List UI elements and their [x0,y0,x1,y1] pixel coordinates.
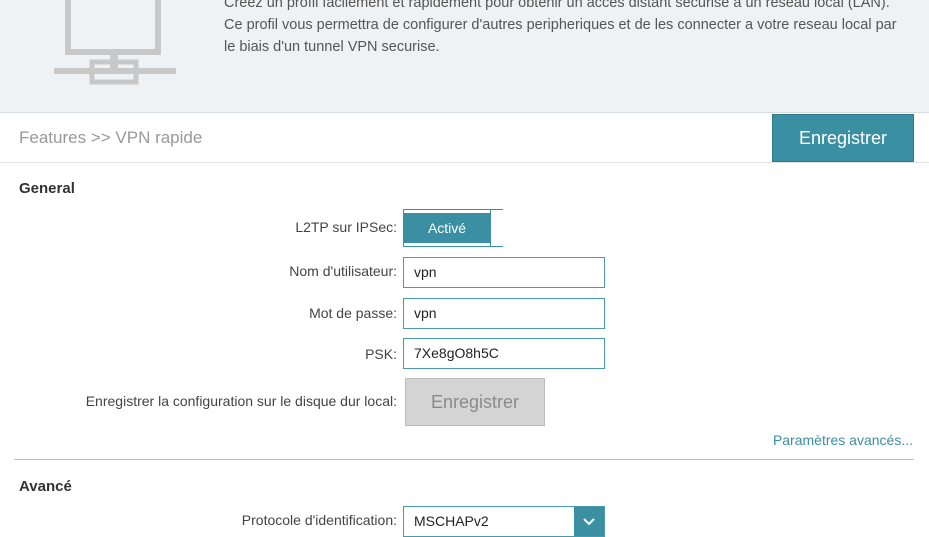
auth-protocol-select[interactable]: MSCHAPv2 [403,506,605,537]
psk-label: PSK: [365,346,397,362]
banner-description: Creez un profil facilement et rapidement… [224,0,924,58]
save-disk-label: Enregistrer la configuration sur le disq… [85,393,397,409]
toggle-knob [490,210,503,246]
advanced-settings-link[interactable]: Paramètres avancés... [773,432,913,448]
password-label: Mot de passe: [309,305,397,321]
l2tp-label: L2TP sur IPSec: [295,219,397,235]
auth-protocol-label: Protocole d'identification: [241,512,397,528]
save-button[interactable]: Enregistrer [772,114,914,162]
username-label: Nom d'utilisateur: [289,263,397,279]
l2tp-toggle[interactable]: Activé [403,209,503,247]
chevron-down-icon[interactable] [574,507,604,536]
breadcrumb: Features >> VPN rapide [19,128,203,147]
save-to-disk-button[interactable]: Enregistrer [405,378,545,426]
auth-protocol-value: MSCHAPv2 [414,513,489,529]
network-computer-icon [54,0,176,85]
section-divider [14,459,914,460]
banner-line-1: Creez un profil facilement et rapidement… [224,0,890,11]
username-input[interactable]: vpn [403,257,605,288]
psk-input[interactable]: 7Xe8gO8h5C [403,338,605,369]
banner-line-2: Ce profil vous permettra de configurer d… [224,17,897,33]
header-banner: Creez un profil facilement et rapidement… [0,0,929,113]
banner-line-3: le biais d'un tunnel VPN securise. [224,39,440,55]
section-title-advanced: Avancé [19,478,72,495]
toggle-state-label: Activé [404,213,490,243]
section-title-general: General [19,180,75,197]
password-input[interactable]: vpn [403,298,605,329]
